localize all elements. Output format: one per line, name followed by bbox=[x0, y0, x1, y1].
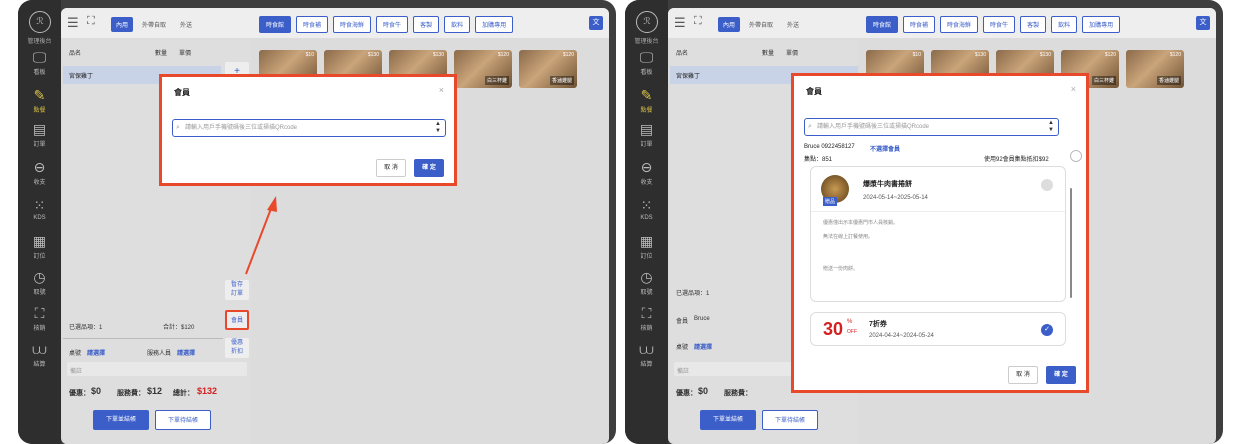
stepper-icon[interactable]: ▲ ▼ bbox=[1048, 120, 1054, 134]
sidebar-item-label: 點餐 bbox=[640, 108, 653, 114]
close-icon[interactable]: × bbox=[1071, 84, 1076, 94]
tab-delivery[interactable]: 外送 bbox=[782, 17, 804, 32]
pointer-arrow bbox=[245, 196, 277, 275]
category-tab[interactable]: 加購專用 bbox=[1082, 16, 1121, 33]
coupon-title: 爆漿牛肉書捲餅 bbox=[863, 181, 912, 188]
member-points: 集點：851 bbox=[804, 157, 833, 163]
sidebar-item[interactable]: ◷ 取號 bbox=[625, 269, 668, 297]
topbar: ☰ ⛶ 內用 外帶自取 外送 時食館 時食補 時食海鮮 時食牛 客製 飲料 加購… bbox=[668, 8, 1216, 38]
sidebar-item[interactable]: ⩊ 結算 bbox=[625, 341, 668, 369]
redeem-points-label: 使用92會員集點抵扣$92 bbox=[984, 157, 1049, 163]
coupon-radio[interactable] bbox=[1041, 179, 1053, 191]
check-icon[interactable]: ✓ bbox=[1041, 324, 1053, 336]
logo-icon: ℛ bbox=[636, 11, 658, 33]
nav-icon: ✎ bbox=[640, 87, 653, 103]
nav-icon: ⩊ bbox=[639, 341, 654, 357]
scrollbar[interactable] bbox=[1070, 188, 1072, 298]
tab-dine-in[interactable]: 內用 bbox=[718, 17, 741, 32]
checkout-now-button[interactable]: 下單並結帳 bbox=[700, 410, 756, 430]
category-tab[interactable]: 時食海鮮 bbox=[940, 16, 979, 33]
product-card[interactable]: $120 香滷雞腿 bbox=[1126, 50, 1184, 88]
category-tab[interactable]: 飲料 bbox=[1051, 16, 1078, 33]
language-button[interactable]: 文 bbox=[1196, 16, 1210, 30]
dialog-title: 會員 bbox=[806, 87, 822, 96]
sidebar-item-label: 訂位 bbox=[640, 254, 653, 260]
gift-badge: 贈品 bbox=[823, 197, 838, 206]
coupon-card-gift[interactable]: 贈品 爆漿牛肉書捲餅 2024-05-14~2025-05-14 優惠僅出示本優… bbox=[810, 166, 1066, 302]
nav-icon: ▦ bbox=[639, 233, 654, 249]
order-item-name: 宮保雞丁 bbox=[676, 74, 701, 80]
member-value: Bruce bbox=[694, 316, 710, 322]
category-tab[interactable]: 時食牛 bbox=[983, 16, 1016, 33]
sidebar-item[interactable]: ⊖ 收支 bbox=[625, 159, 668, 187]
nav-icon: ◷ bbox=[640, 269, 653, 285]
nav-icon: ▤ bbox=[639, 121, 654, 137]
selected-count: 已選品項：1 bbox=[676, 291, 710, 297]
screenshot-left: ℛ 管理後台 🖵 看板 ✎ 點餐 ▤ 訂單 ⊖ 收支 ⁙ KDS ▦ 訂位 ◷ 取號 ⛶ 核銷 ⩊ 結算 ☰ ⛶ … bbox=[18, 0, 616, 444]
unselect-member-link[interactable]: 不選擇會員 bbox=[870, 144, 900, 153]
col-qty: 數量 bbox=[762, 51, 775, 57]
service-fee-label: 服務費： bbox=[724, 390, 752, 397]
member-search-input[interactable]: ⌕ 請輸入用戶手機號碼後三位或掃描QRcode ▲ ▼ bbox=[804, 118, 1059, 136]
coupon-date: 2024-05-14~2025-05-14 bbox=[863, 195, 928, 201]
sidebar: ℛ 管理後台 🖵 看板 ✎ 點餐 ▤ 訂單 ⊖ 收支 ⁙ KDS ▦ 訂位 ◷ 取號 ⛶ 核銷 ⩊ 結算 bbox=[625, 0, 668, 444]
confirm-button[interactable]: 確 定 bbox=[1046, 366, 1076, 384]
screenshot-right: ℛ 管理後台 🖵 看板 ✎ 點餐 ▤ 訂單 ⊖ 收支 ⁙ KDS ▦ 訂位 ◷ 取號 ⛶ 核銷 ⩊ 結算 ☰ ⛶ … bbox=[625, 0, 1223, 444]
tab-takeout[interactable]: 外帶自取 bbox=[744, 17, 778, 32]
sidebar-item-label: KDS bbox=[640, 215, 653, 221]
table-label: 桌號 bbox=[676, 345, 689, 351]
sidebar-item-label: 結算 bbox=[640, 362, 653, 368]
sidebar-item[interactable]: ✎ 點餐 bbox=[625, 87, 668, 115]
nav-icon: ⁙ bbox=[640, 197, 653, 213]
off-label: OFF bbox=[847, 329, 857, 335]
table-select[interactable]: 請選擇 bbox=[694, 342, 712, 351]
percent-sign: % bbox=[847, 319, 853, 325]
sidebar-item-label: 核銷 bbox=[640, 326, 653, 332]
col-price: 單價 bbox=[786, 51, 799, 57]
coupon-title: 7折券 bbox=[869, 321, 887, 328]
sidebar-item[interactable]: ⁙ KDS bbox=[625, 197, 668, 222]
sidebar-item[interactable]: ▤ 訂單 bbox=[625, 121, 668, 149]
redeem-points-radio[interactable] bbox=[1070, 150, 1082, 162]
coupon-percent: 30 bbox=[823, 319, 844, 339]
discount-value: $0 bbox=[698, 386, 709, 396]
sidebar-item[interactable]: ⛶ 核銷 bbox=[625, 305, 668, 333]
member-name-phone: Bruce 0922458127 bbox=[804, 144, 855, 150]
menu-toggle-icon[interactable]: ☰ bbox=[674, 15, 686, 31]
search-icon: ⌕ bbox=[808, 123, 812, 130]
nav-icon: 🖵 bbox=[639, 49, 654, 65]
sidebar-item-label: 看板 bbox=[640, 70, 653, 76]
coupon-desc: 優惠僅出示本優惠門市人員核銷。 bbox=[823, 220, 899, 226]
category-tabs: 時食館 時食補 時食海鮮 時食牛 客製 飲料 加購專用 bbox=[866, 16, 1121, 33]
divider bbox=[811, 211, 1065, 212]
coupon-desc: 贈送一份肉餅。 bbox=[823, 266, 859, 272]
order-type-tabs: 內用 外帶自取 外送 bbox=[718, 17, 804, 32]
sidebar-item[interactable]: ▦ 訂位 bbox=[625, 233, 668, 261]
category-tab[interactable]: 時食補 bbox=[903, 16, 936, 33]
discount-label: 優惠： bbox=[676, 390, 697, 397]
fullscreen-icon[interactable]: ⛶ bbox=[694, 15, 702, 28]
nav-icon: ⛶ bbox=[641, 305, 652, 321]
nav-icon: ⊖ bbox=[640, 159, 653, 175]
col-name: 品名 bbox=[676, 51, 689, 57]
member-dialog: 會員 × ⌕ 請輸入用戶手機號碼後三位或掃描QRcode ▲ ▼ Bruce 09… bbox=[791, 73, 1089, 393]
member-label: 會員 bbox=[676, 319, 689, 325]
category-tab[interactable]: 客製 bbox=[1020, 16, 1047, 33]
sidebar-title: 管理後台 bbox=[634, 39, 659, 45]
category-tab[interactable]: 時食館 bbox=[866, 16, 899, 33]
sidebar-item[interactable]: 🖵 看板 bbox=[625, 49, 668, 77]
coupon-date: 2024-04-24~2024-05-24 bbox=[869, 333, 934, 339]
checkout-later-button[interactable]: 下單待結帳 bbox=[762, 410, 818, 430]
sidebar-item-label: 訂單 bbox=[640, 142, 653, 148]
sidebar-item-label: 取號 bbox=[640, 290, 653, 296]
coupon-desc: 無法在線上訂餐使用。 bbox=[823, 234, 874, 240]
cancel-button[interactable]: 取 消 bbox=[1008, 366, 1038, 384]
sidebar-item-label: 收支 bbox=[640, 180, 653, 186]
coupon-card-discount[interactable]: 30 % OFF 7折券 2024-04-24~2024-05-24 ✓ bbox=[810, 312, 1066, 346]
